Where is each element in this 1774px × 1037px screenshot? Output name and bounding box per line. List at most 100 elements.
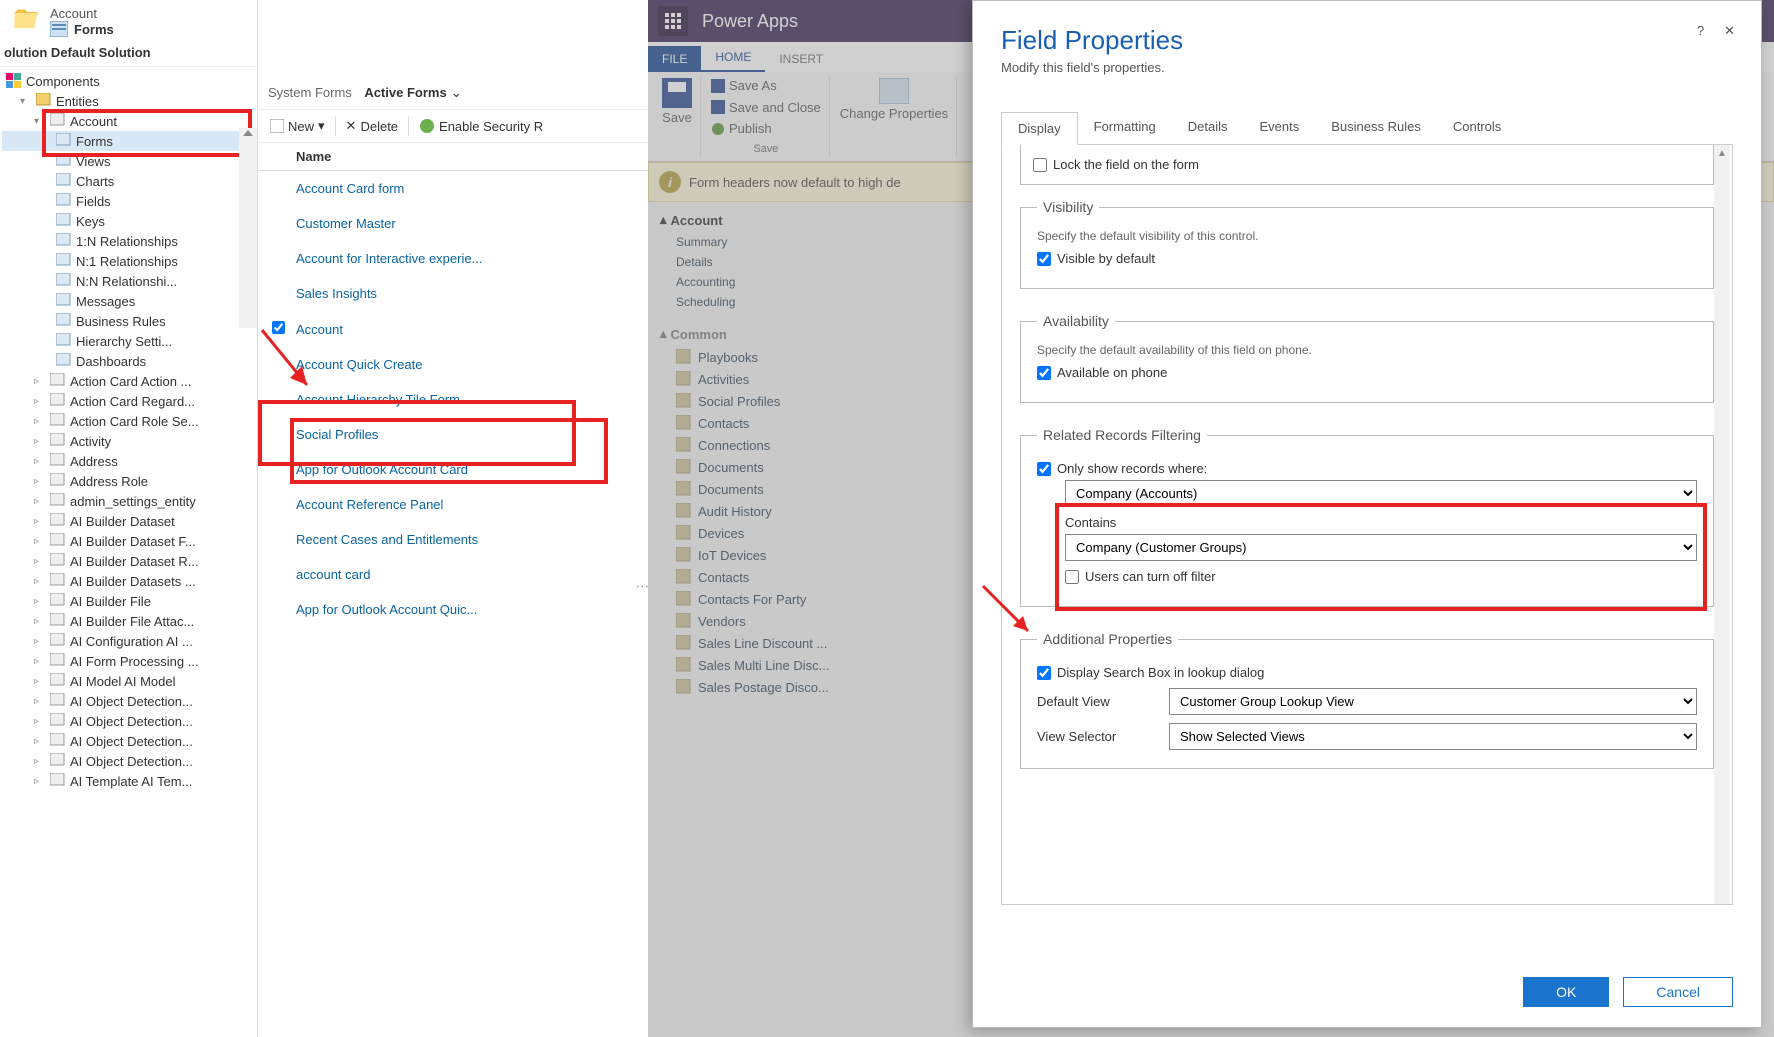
form-row[interactable]: Account for Interactive experie... <box>258 241 648 276</box>
save-close-button[interactable]: Save and Close <box>711 100 821 115</box>
form-row[interactable]: account card <box>258 557 648 592</box>
form-row[interactable]: Account <box>258 311 648 347</box>
tab-file[interactable]: FILE <box>648 46 701 72</box>
tree-entity[interactable]: ▹AI Form Processing ... <box>2 651 257 671</box>
tree-entity[interactable]: ▹AI Object Detection... <box>2 751 257 771</box>
new-button[interactable]: New ▾ <box>264 114 331 138</box>
form-link[interactable]: Account Reference Panel <box>296 497 443 512</box>
form-link[interactable]: Account Card form <box>296 181 404 196</box>
tree-entity[interactable]: ▹AI Builder Dataset <box>2 511 257 531</box>
help-icon[interactable]: ? <box>1697 23 1704 39</box>
form-row[interactable]: Customer Master <box>258 206 648 241</box>
tree-entity[interactable]: ▹Address <box>2 451 257 471</box>
tree-entity[interactable]: ▹AI Object Detection... <box>2 691 257 711</box>
column-header[interactable]: Name <box>258 143 648 171</box>
tree-entity[interactable]: ▹AI Model AI Model <box>2 671 257 691</box>
scrollbar-icon[interactable] <box>239 128 257 328</box>
save-button[interactable]: Save <box>662 78 692 125</box>
tree-account[interactable]: ▾Account <box>2 111 257 131</box>
tree-charts[interactable]: Charts <box>2 171 257 191</box>
cancel-button[interactable]: Cancel <box>1623 977 1733 1007</box>
tree-entity[interactable]: ▹Activity <box>2 431 257 451</box>
scrollbar[interactable]: ▲ <box>1714 145 1730 904</box>
tree-entity[interactable]: ▹admin_settings_entity <box>2 491 257 511</box>
only-show-records-checkbox[interactable]: Only show records where: <box>1037 461 1697 476</box>
tree-n-1-relationships[interactable]: N:1 Relationships <box>2 251 257 271</box>
tree-entity[interactable]: ▹AI Builder Dataset F... <box>2 531 257 551</box>
forms-view-switch[interactable]: System Forms Active Forms ⌄ <box>258 0 648 109</box>
tree-entity[interactable]: ▹AI Object Detection... <box>2 711 257 731</box>
tree-entity[interactable]: ▹AI Template AI Tem... <box>2 771 257 791</box>
tree-entity[interactable]: ▹AI Configuration AI ... <box>2 631 257 651</box>
form-row[interactable]: App for Outlook Account Quic... <box>258 592 648 627</box>
tree-messages[interactable]: Messages <box>2 291 257 311</box>
form-link[interactable]: Social Profiles <box>296 427 378 442</box>
component-tree[interactable]: Components ▾Entities ▾Account FormsViews… <box>0 67 257 967</box>
form-row[interactable]: Recent Cases and Entitlements <box>258 522 648 557</box>
tree-entity[interactable]: ▹AI Object Detection... <box>2 731 257 751</box>
view-selector-select[interactable]: Show Selected Views <box>1169 723 1697 750</box>
tree-entity[interactable]: ▹AI Builder File Attac... <box>2 611 257 631</box>
available-phone-checkbox[interactable]: Available on phone <box>1037 365 1697 380</box>
lock-field-checkbox[interactable]: Lock the field on the form <box>1033 157 1701 172</box>
publish-button[interactable]: Publish <box>711 121 772 136</box>
ok-button[interactable]: OK <box>1523 977 1609 1007</box>
form-row[interactable]: Account Card form <box>258 171 648 206</box>
form-link[interactable]: account card <box>296 567 370 582</box>
search-box-checkbox[interactable]: Display Search Box in lookup dialog <box>1037 665 1697 680</box>
row-checkbox[interactable] <box>272 321 285 334</box>
tree-components[interactable]: Components <box>2 71 257 91</box>
tab-controls[interactable]: Controls <box>1437 111 1517 144</box>
tree-forms[interactable]: Forms <box>2 131 257 151</box>
form-row[interactable]: Account Reference Panel <box>258 487 648 522</box>
form-link[interactable]: Account for Interactive experie... <box>296 251 482 266</box>
tree-1-n-relationships[interactable]: 1:N Relationships <box>2 231 257 251</box>
form-row[interactable]: Account Quick Create <box>258 347 648 382</box>
tree-fields[interactable]: Fields <box>2 191 257 211</box>
tree-entities[interactable]: ▾Entities <box>2 91 257 111</box>
form-link[interactable]: Account <box>296 322 343 337</box>
tree-n-n-relationshi-[interactable]: N:N Relationshi... <box>2 271 257 291</box>
close-icon[interactable]: ✕ <box>1724 23 1735 39</box>
turn-off-filter-checkbox[interactable]: Users can turn off filter <box>1065 569 1697 584</box>
form-link[interactable]: Recent Cases and Entitlements <box>296 532 478 547</box>
tree-hierarchy-setti-[interactable]: Hierarchy Setti... <box>2 331 257 351</box>
delete-button[interactable]: ✕Delete <box>340 114 404 138</box>
form-link[interactable]: Account Quick Create <box>296 357 422 372</box>
tree-entity[interactable]: ▹AI Builder Dataset R... <box>2 551 257 571</box>
form-link[interactable]: App for Outlook Account Card <box>296 462 468 477</box>
tree-business-rules[interactable]: Business Rules <box>2 311 257 331</box>
tab-formatting[interactable]: Formatting <box>1078 111 1172 144</box>
related-child-select[interactable]: Company (Customer Groups) <box>1065 534 1697 561</box>
scroll-up-icon[interactable]: ▲ <box>1714 145 1730 161</box>
tree-entity[interactable]: ▹Action Card Regard... <box>2 391 257 411</box>
default-view-select[interactable]: Customer Group Lookup View <box>1169 688 1697 715</box>
change-properties-button[interactable]: Change Properties <box>832 76 957 157</box>
tab-business-rules[interactable]: Business Rules <box>1315 111 1437 144</box>
form-link[interactable]: App for Outlook Account Quic... <box>296 602 477 617</box>
tree-entity[interactable]: ▹Action Card Action ... <box>2 371 257 391</box>
tree-keys[interactable]: Keys <box>2 211 257 231</box>
tree-entity[interactable]: ▹AI Builder Datasets ... <box>2 571 257 591</box>
form-link[interactable]: Account Hierarchy Tile Form <box>296 392 460 407</box>
waffle-icon[interactable] <box>658 6 688 36</box>
tab-insert[interactable]: INSERT <box>765 46 837 72</box>
related-parent-select[interactable]: Company (Accounts) <box>1065 480 1697 507</box>
save-as-button[interactable]: Save As <box>711 78 777 93</box>
form-row[interactable]: Social Profiles <box>258 417 648 452</box>
tree-entity[interactable]: ▹Action Card Role Se... <box>2 411 257 431</box>
enable-security-button[interactable]: Enable Security R <box>413 114 549 138</box>
tab-events[interactable]: Events <box>1244 111 1316 144</box>
tab-display[interactable]: Display <box>1001 112 1078 145</box>
tree-entity[interactable]: ▹Address Role <box>2 471 257 491</box>
form-row[interactable]: Account Hierarchy Tile Form <box>258 382 648 417</box>
form-row[interactable]: Sales Insights <box>258 276 648 311</box>
visible-default-checkbox[interactable]: Visible by default <box>1037 251 1697 266</box>
form-row[interactable]: App for Outlook Account Card <box>258 452 648 487</box>
form-link[interactable]: Customer Master <box>296 216 396 231</box>
tree-dashboards[interactable]: Dashboards <box>2 351 257 371</box>
tab-home[interactable]: HOME <box>701 44 765 72</box>
tab-details[interactable]: Details <box>1172 111 1244 144</box>
form-link[interactable]: Sales Insights <box>296 286 377 301</box>
tree-views[interactable]: Views <box>2 151 257 171</box>
